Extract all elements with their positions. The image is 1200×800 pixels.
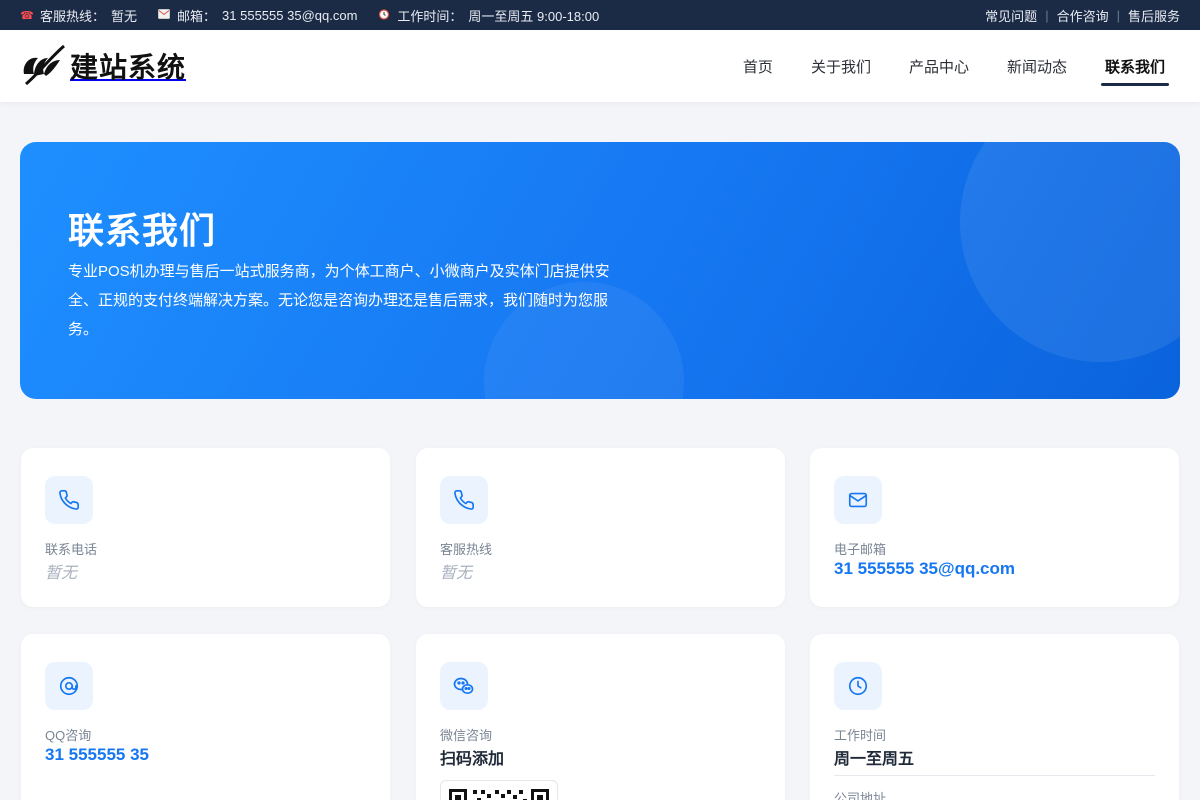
at-sign-icon bbox=[45, 662, 93, 710]
contact-card-qq: QQ咨询 31 555555 35 bbox=[21, 634, 390, 800]
card-label: 联系电话 bbox=[45, 542, 98, 557]
divider: | bbox=[1116, 7, 1120, 23]
hours-value: 周一至周五 9:00-18:00 bbox=[468, 8, 600, 24]
card-value: 周一至周五 bbox=[834, 751, 915, 768]
nav-item-home[interactable]: 首页 bbox=[743, 30, 773, 102]
phone-icon: ☎ bbox=[20, 9, 34, 22]
hotline-label: 客服热线： bbox=[40, 8, 106, 24]
contact-card-hours: 工作时间 周一至周五 公司地址 bbox=[810, 634, 1179, 800]
top-info-bar: ☎ 客服热线： 暂无 邮箱： 31 555555 35@qq.com 工作时间：… bbox=[0, 0, 1200, 30]
card-value: 扫码添加 bbox=[440, 751, 505, 768]
divider: | bbox=[1045, 7, 1049, 23]
email-info: 邮箱： 31 555555 35@qq.com bbox=[157, 6, 357, 25]
phone-icon bbox=[440, 476, 488, 524]
site-logo[interactable]: 建站系统 bbox=[20, 44, 186, 88]
card-label: 工作时间 bbox=[834, 728, 887, 743]
card-divider bbox=[834, 775, 1155, 776]
hero-description: 专业POS机办理与售后一站式服务商，为个体工商户、小微商户及实体门店提供安全、正… bbox=[68, 263, 610, 338]
nav-item-products[interactable]: 产品中心 bbox=[909, 30, 969, 102]
site-header: 建站系统 首页 关于我们 产品中心 新闻动态 联系我们 bbox=[0, 30, 1200, 102]
clock-icon bbox=[834, 662, 882, 710]
contact-card-hotline: 客服热线 暂无 bbox=[416, 448, 785, 607]
card-value: 暂无 bbox=[45, 565, 78, 582]
mail-icon bbox=[834, 476, 882, 524]
contact-card-phone: 联系电话 暂无 bbox=[21, 448, 390, 607]
cooperation-link[interactable]: 合作咨询 bbox=[1057, 6, 1109, 25]
logo-text: 建站系统 bbox=[70, 51, 187, 84]
qq-link[interactable]: 31 555555 35 bbox=[45, 745, 149, 765]
contact-card-wechat: 微信咨询 扫码添加 bbox=[416, 634, 785, 800]
email-link[interactable]: 31 555555 35@qq.com bbox=[834, 559, 1015, 579]
decorative-circle bbox=[960, 142, 1180, 362]
logo-mark-icon bbox=[23, 44, 65, 86]
alarm-clock-icon bbox=[377, 8, 391, 23]
nav-item-news[interactable]: 新闻动态 bbox=[1007, 30, 1067, 102]
hours-label: 工作时间： bbox=[397, 8, 463, 24]
wechat-qr-code bbox=[440, 780, 558, 800]
email-value: 31 555555 35@qq.com bbox=[222, 7, 358, 23]
card-label: QQ咨询 bbox=[45, 728, 92, 743]
hours-info: 工作时间： 周一至周五 9:00-18:00 bbox=[377, 6, 599, 25]
contact-card-email: 电子邮箱 31 555555 35@qq.com bbox=[810, 448, 1179, 607]
email-label: 邮箱： bbox=[177, 8, 217, 24]
phone-icon bbox=[45, 476, 93, 524]
after-sales-link[interactable]: 售后服务 bbox=[1128, 6, 1180, 25]
address-label: 公司地址 bbox=[834, 791, 887, 800]
card-label: 电子邮箱 bbox=[834, 542, 887, 557]
nav-item-contact[interactable]: 联系我们 bbox=[1100, 30, 1170, 102]
faq-link[interactable]: 常见问题 bbox=[985, 6, 1037, 25]
envelope-icon bbox=[157, 8, 171, 22]
main-nav: 首页 关于我们 产品中心 新闻动态 联系我们 bbox=[743, 30, 1170, 102]
hotline-value: 暂无 bbox=[111, 8, 138, 24]
hero-banner: 联系我们 专业POS机办理与售后一站式服务商，为个体工商户、小微商户及实体门店提… bbox=[20, 142, 1180, 399]
card-label: 客服热线 bbox=[440, 542, 493, 557]
hotline-info: ☎ 客服热线： 暂无 bbox=[20, 6, 137, 25]
card-value: 暂无 bbox=[440, 565, 473, 582]
wechat-icon bbox=[440, 662, 488, 710]
nav-item-about[interactable]: 关于我们 bbox=[811, 30, 871, 102]
card-label: 微信咨询 bbox=[440, 728, 493, 743]
page-title: 联系我们 bbox=[68, 210, 217, 251]
